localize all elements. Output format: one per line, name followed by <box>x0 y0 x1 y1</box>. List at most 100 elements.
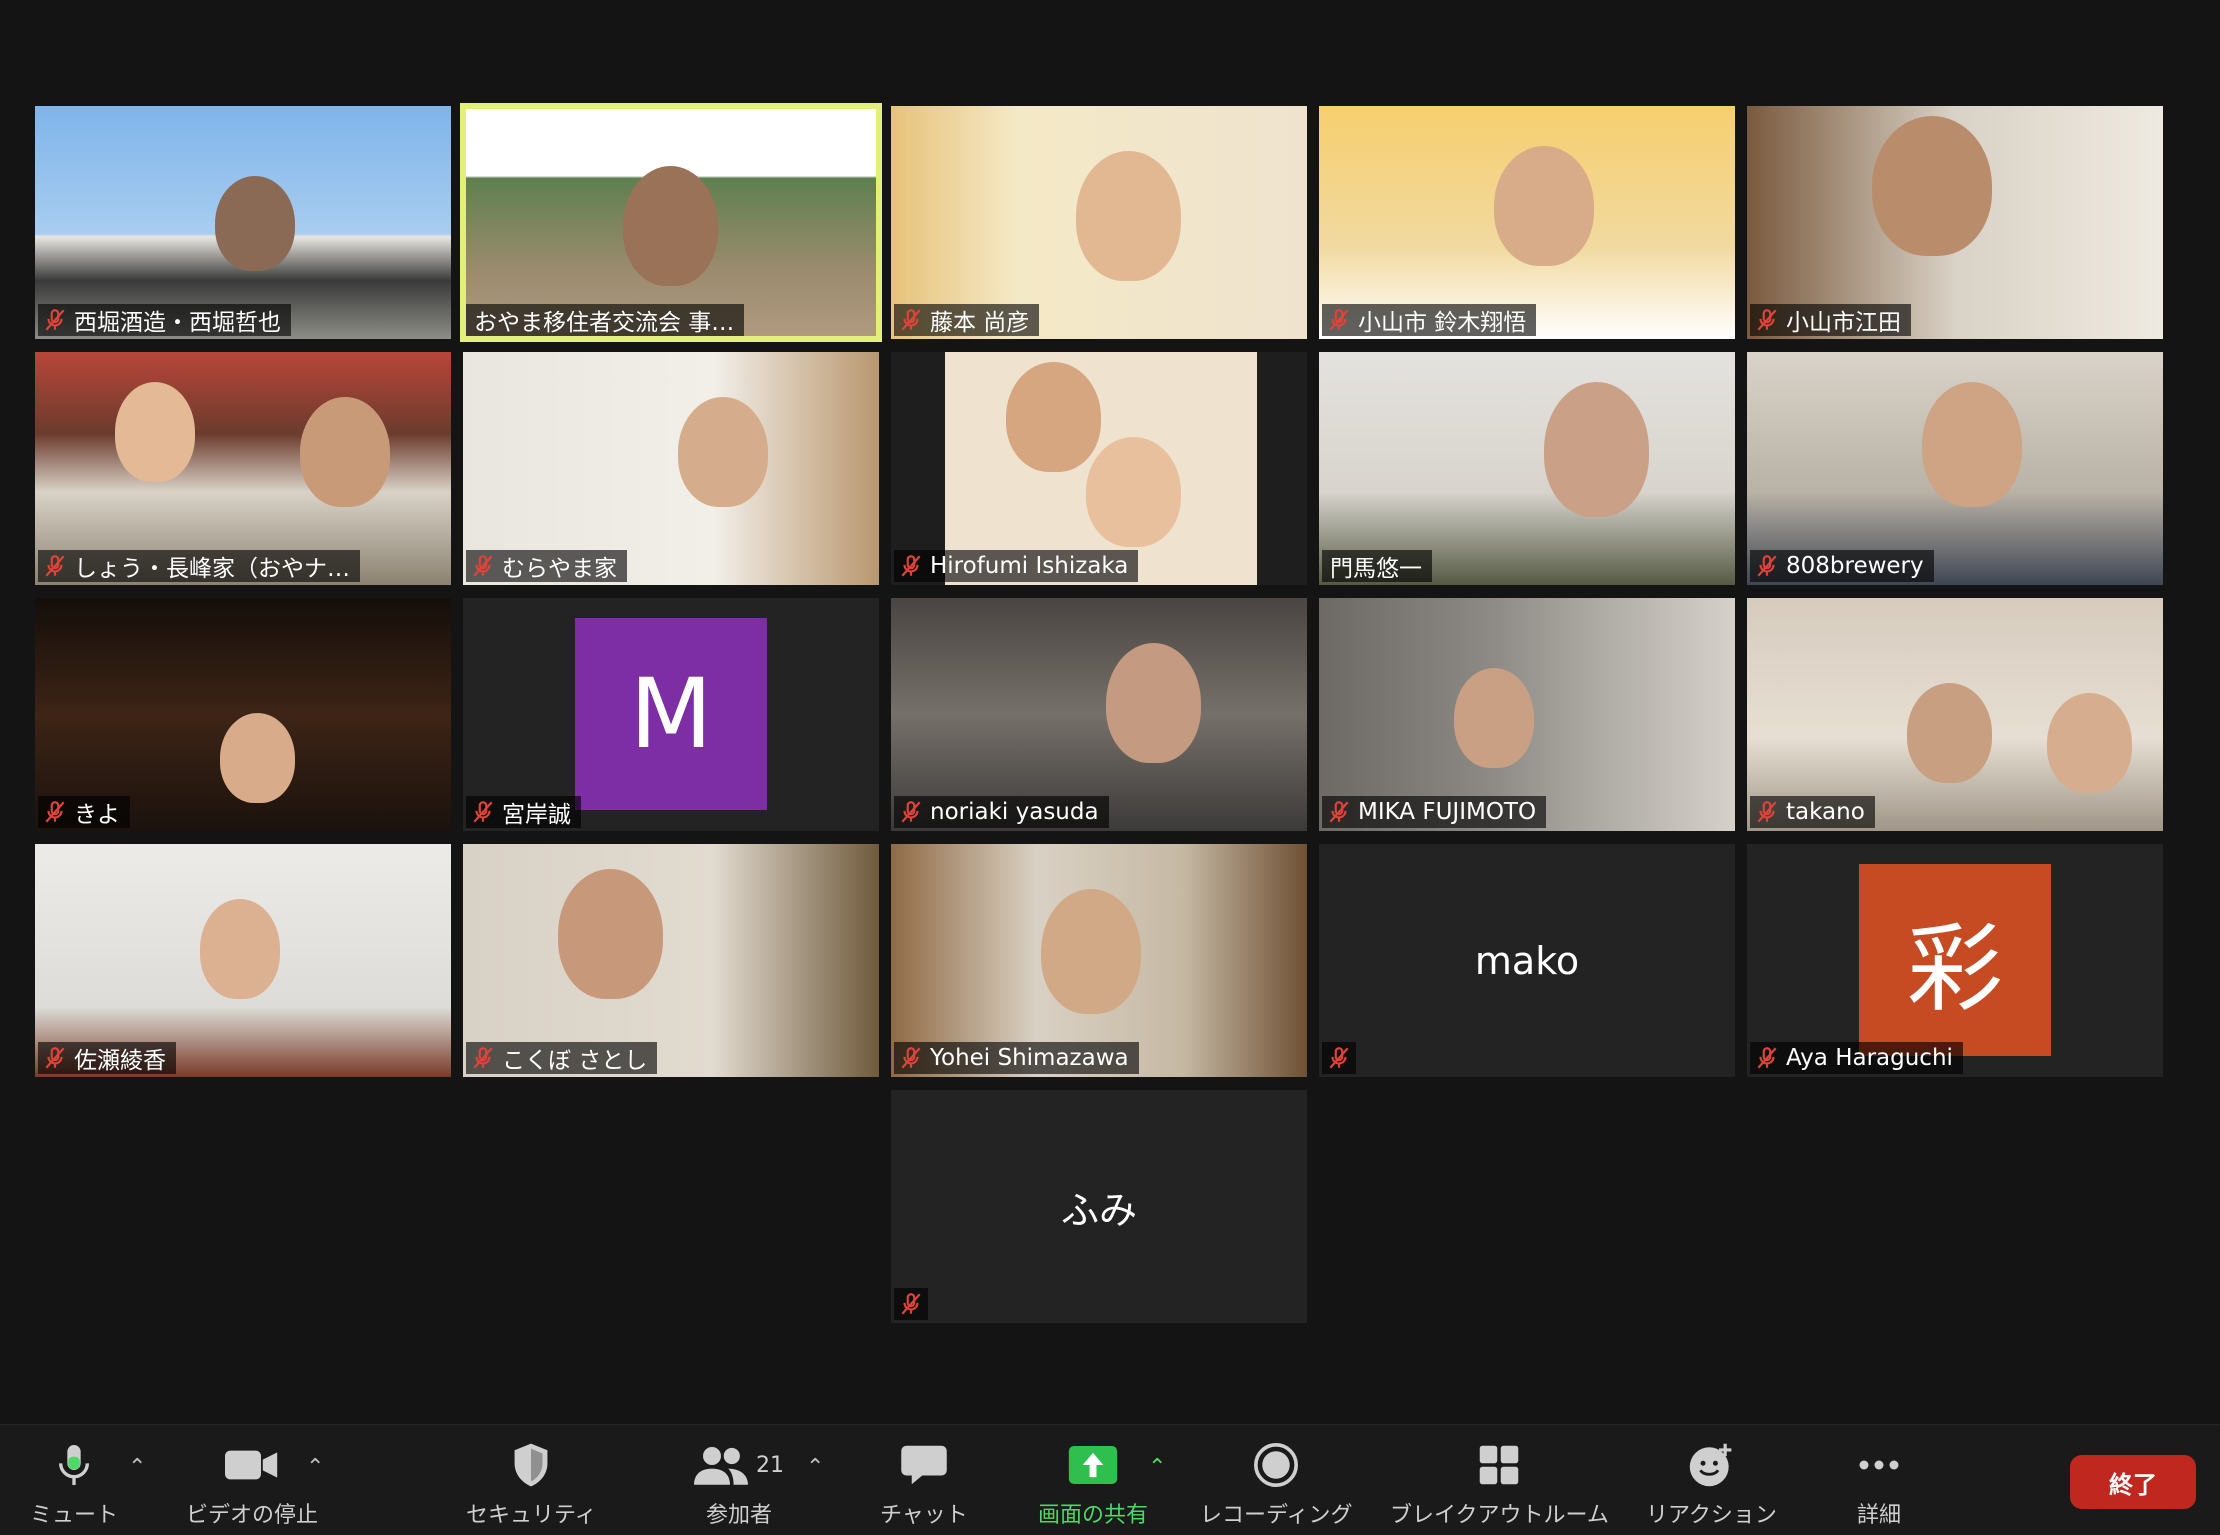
participant-face <box>2047 693 2132 793</box>
name-tag: 小山市江田 <box>1750 304 1911 336</box>
muted-mic-icon <box>473 801 493 823</box>
video-tile-active-speaker[interactable]: おやま移住者交流会 事… <box>460 103 882 342</box>
share-screen-button[interactable]: 画面の共有 <box>1038 1439 1148 1529</box>
name-tag <box>1322 1042 1356 1074</box>
video-tile[interactable]: MIKA FUJIMOTO <box>1319 598 1735 831</box>
video-tile-off[interactable]: mako <box>1319 844 1735 1077</box>
participants-icon <box>694 1447 748 1485</box>
participant-face <box>1106 643 1201 763</box>
video-tile[interactable]: しょう・長峰家（おやナ… <box>35 352 451 585</box>
name-tag: しょう・長峰家（おやナ… <box>38 550 360 582</box>
reactions-label: リアクション <box>1646 1503 1777 1528</box>
share-options-chevron-icon[interactable]: ⌃ <box>1148 1455 1166 1480</box>
meeting-toolbar: ミュート ⌃ ビデオの停止 ⌃ セキュリティ 21 参加者 ⌃ チャット 画面の… <box>0 1424 2220 1535</box>
name-tag: 佐瀬綾香 <box>38 1042 176 1074</box>
participant-name: MIKA FUJIMOTO <box>1358 799 1537 825</box>
name-tag <box>894 1288 928 1320</box>
participant-name: しょう・長峰家（おやナ… <box>74 556 350 582</box>
muted-mic-icon <box>45 801 65 823</box>
chat-label: チャット <box>880 1503 968 1528</box>
avatar-letter: M <box>629 658 713 770</box>
record-button[interactable]: レコーディング <box>1200 1439 1352 1529</box>
video-tile[interactable]: 門馬悠一 <box>1319 352 1735 585</box>
participant-display-name: ふみ <box>1060 1188 1137 1232</box>
name-tag: Aya Haraguchi <box>1750 1042 1963 1074</box>
video-options-chevron-icon[interactable]: ⌃ <box>306 1455 324 1480</box>
reactions-button[interactable]: リアクション <box>1646 1439 1777 1529</box>
more-button[interactable]: 詳細 <box>1856 1439 1902 1529</box>
participant-name: Hirofumi Ishizaka <box>930 553 1129 579</box>
record-icon <box>1254 1443 1299 1487</box>
participant-face <box>558 869 663 999</box>
muted-mic-icon <box>473 1047 493 1069</box>
breakout-rooms-button[interactable]: ブレイクアウトルーム <box>1390 1439 1609 1529</box>
video-tile[interactable]: Hirofumi Ishizaka <box>891 352 1307 585</box>
chat-bubble-icon <box>901 1445 947 1485</box>
name-tag: きよ <box>38 796 130 828</box>
participants-label: 参加者 <box>705 1503 772 1528</box>
video-tile[interactable]: 808brewery <box>1747 352 2163 585</box>
name-tag: noriaki yasuda <box>894 796 1109 828</box>
video-tile-off[interactable]: ふみ <box>891 1090 1307 1323</box>
video-tile-off[interactable]: 彩 Aya Haraguchi <box>1747 844 2163 1077</box>
muted-mic-icon <box>45 555 65 577</box>
participant-display-name: mako <box>1474 938 1580 983</box>
more-dots-icon <box>1859 1460 1899 1470</box>
audio-options-chevron-icon[interactable]: ⌃ <box>128 1455 146 1480</box>
muted-mic-icon <box>901 1047 921 1069</box>
muted-mic-icon <box>45 309 65 331</box>
avatar: 彩 <box>1859 864 2051 1056</box>
name-tag: おやま移住者交流会 事… <box>466 304 745 336</box>
video-tile[interactable]: 小山市江田 <box>1747 106 2163 339</box>
share-screen-arrow-icon <box>1068 1446 1118 1484</box>
muted-mic-icon <box>1757 555 1777 577</box>
name-tag: 藤本 尚彦 <box>894 304 1040 336</box>
participant-face <box>1907 683 1992 783</box>
chat-button[interactable]: チャット <box>880 1439 968 1529</box>
muted-mic-icon <box>1757 801 1777 823</box>
video-tile[interactable]: きよ <box>35 598 451 831</box>
name-tag: 門馬悠一 <box>1322 550 1432 582</box>
participant-face <box>1922 382 2022 507</box>
end-meeting-button[interactable]: 終了 <box>2070 1455 2196 1509</box>
participant-name: 門馬悠一 <box>1330 556 1422 582</box>
share-label: 画面の共有 <box>1038 1503 1149 1528</box>
participant-face <box>1872 116 1992 256</box>
security-button[interactable]: セキュリティ <box>466 1439 597 1529</box>
participants-options-chevron-icon[interactable]: ⌃ <box>806 1455 824 1480</box>
avatar: M <box>575 618 767 810</box>
participant-face <box>1494 146 1594 266</box>
muted-mic-icon <box>1329 801 1349 823</box>
muted-mic-icon <box>901 555 921 577</box>
video-tile[interactable]: こくぼ さとし <box>463 844 879 1077</box>
video-tile[interactable]: 佐瀬綾香 <box>35 844 451 1077</box>
video-tile[interactable]: むらやま家 <box>463 352 879 585</box>
video-tile[interactable]: takano <box>1747 598 2163 831</box>
participant-name: 佐瀬綾香 <box>74 1048 166 1074</box>
stop-video-button[interactable]: ビデオの停止 <box>186 1439 318 1529</box>
participant-face <box>678 397 768 507</box>
name-tag: Yohei Shimazawa <box>894 1042 1139 1074</box>
mute-button[interactable]: ミュート <box>30 1439 118 1529</box>
muted-mic-icon <box>901 801 921 823</box>
participant-name: 小山市 鈴木翔悟 <box>1358 310 1527 336</box>
participant-name: 小山市江田 <box>1786 310 1901 336</box>
participant-name: 808brewery <box>1786 553 1924 579</box>
video-camera-icon <box>225 1450 278 1480</box>
video-tile[interactable]: Yohei Shimazawa <box>891 844 1307 1077</box>
participant-name: きよ <box>74 802 120 828</box>
name-tag: 宮岸誠 <box>466 796 581 828</box>
name-tag: 小山市 鈴木翔悟 <box>1322 304 1537 336</box>
video-tile[interactable]: 小山市 鈴木翔悟 <box>1319 106 1735 339</box>
participant-name: こくぼ さとし <box>502 1048 648 1074</box>
video-tile[interactable]: 西堀酒造・西堀哲也 <box>35 106 451 339</box>
participant-name: Aya Haraguchi <box>1786 1045 1953 1071</box>
video-tile[interactable]: 藤本 尚彦 <box>891 106 1307 339</box>
video-tile-off[interactable]: M 宮岸誠 <box>463 598 879 831</box>
video-grid: 西堀酒造・西堀哲也 おやま移住者交流会 事… 藤本 尚彦 小山市 鈴木翔悟 小山… <box>0 0 2220 1420</box>
muted-mic-icon <box>1329 309 1349 331</box>
participants-button[interactable]: 21 参加者 <box>694 1439 784 1529</box>
video-tile[interactable]: noriaki yasuda <box>891 598 1307 831</box>
name-tag: Hirofumi Ishizaka <box>894 550 1139 582</box>
participant-name: Yohei Shimazawa <box>930 1045 1129 1071</box>
